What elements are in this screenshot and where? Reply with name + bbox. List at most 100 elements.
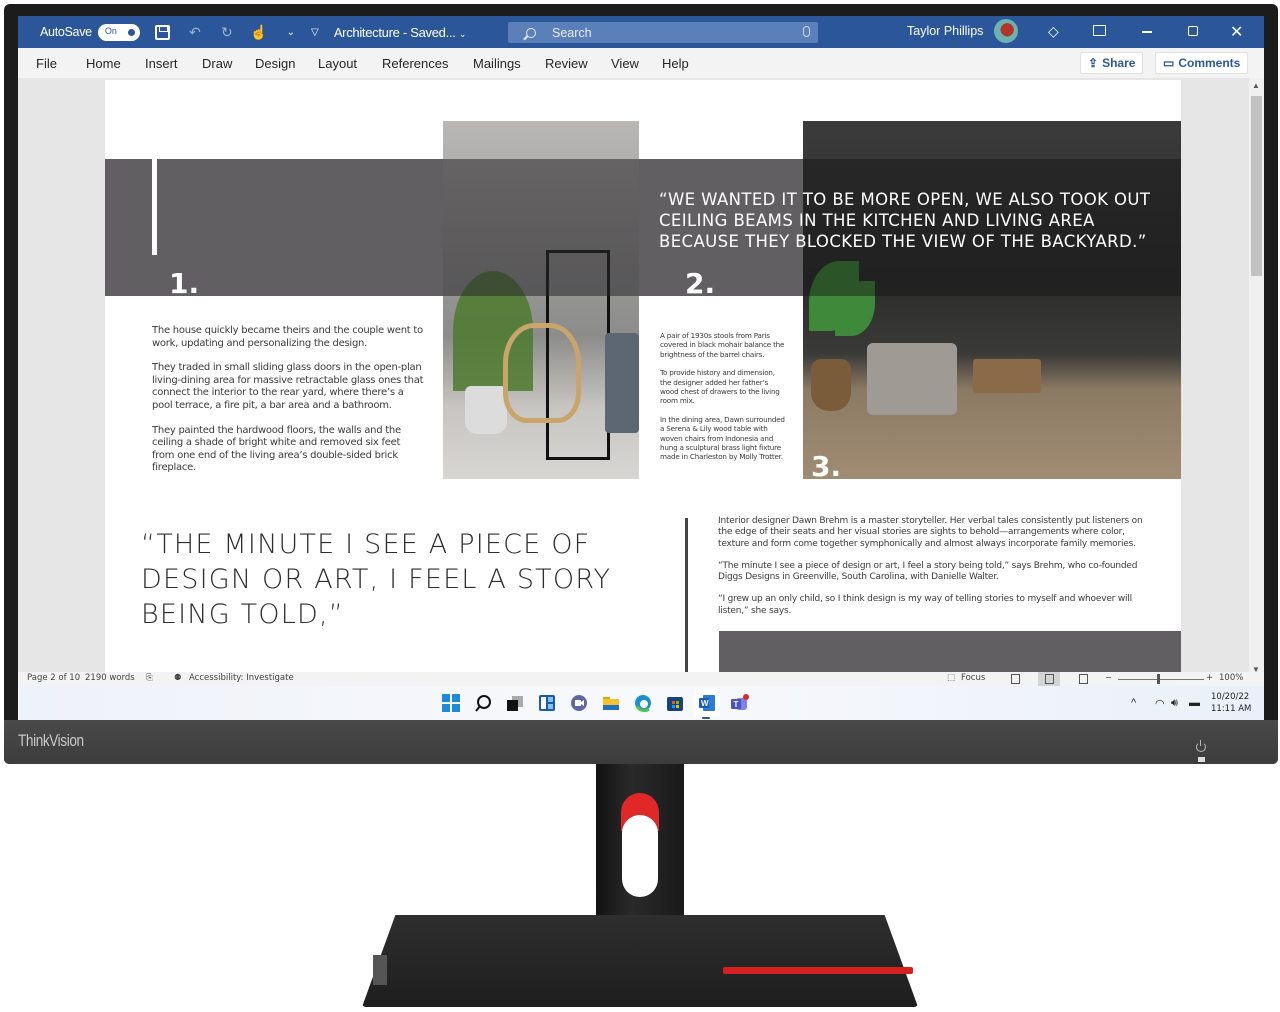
pull-quote-top: “WE WANTED IT TO BE MORE OPEN, WE ALSO T…	[659, 190, 1151, 251]
toggle-knob	[127, 28, 135, 36]
user-name[interactable]: Taylor Phillips	[907, 24, 983, 38]
teams-button[interactable]: T	[730, 694, 749, 712]
tab-mailings[interactable]: Mailings	[473, 56, 521, 71]
tab-design[interactable]: Design	[255, 56, 295, 71]
redo-button[interactable]: ↻	[218, 23, 236, 41]
teams-chat-button[interactable]	[570, 694, 588, 712]
widgets-button[interactable]	[538, 694, 556, 712]
tab-review[interactable]: Review	[545, 56, 588, 71]
start-button[interactable]	[442, 694, 460, 712]
section-number-1: 1.	[169, 267, 200, 300]
search-placeholder: Search	[552, 25, 592, 40]
ribbon-tabs: File Home Insert Draw Design Layout Refe…	[18, 48, 1264, 78]
zoom-slider-thumb[interactable]	[1157, 674, 1160, 684]
minimize-icon[interactable]	[1142, 31, 1152, 33]
section-number-3: 3.	[811, 450, 842, 483]
taskbar-search-button[interactable]	[474, 694, 492, 712]
tab-layout[interactable]: Layout	[318, 56, 357, 71]
search-icon	[475, 695, 491, 712]
teams-icon: T	[731, 694, 749, 710]
tray-overflow-chevron[interactable]: ^	[1131, 697, 1136, 709]
save-icon	[155, 24, 171, 40]
section-number-2: 2.	[685, 267, 716, 300]
power-button-icon[interactable]	[1196, 740, 1206, 752]
page-indicator[interactable]: Page 2 of 10	[27, 673, 80, 683]
undo-icon: ↶	[188, 23, 201, 40]
search-input[interactable]: Search	[508, 22, 818, 43]
volume-icon[interactable]: 🔊︎	[1171, 697, 1178, 710]
paragraph: “I grew up an only child, so I think des…	[718, 594, 1132, 616]
windows-taskbar: W T ^ ◠ 🔊︎ ▬ 10/20/22 11:11 AM	[18, 686, 1264, 720]
accessibility-status[interactable]: Accessibility: Investigate	[189, 673, 294, 683]
premium-diamond-icon[interactable]: ◇	[1048, 23, 1059, 40]
wifi-icon[interactable]: ◠	[1155, 697, 1165, 710]
focus-mode-button[interactable]: Focus	[961, 673, 985, 683]
proofing-icon[interactable]: ⎘	[146, 673, 153, 683]
document-title[interactable]: Architecture - Saved... ⌄	[333, 24, 467, 40]
share-icon: ⇪	[1088, 56, 1099, 70]
chevron-down-icon: ⌄	[286, 26, 295, 38]
save-button[interactable]	[154, 23, 172, 41]
search-icon	[526, 27, 536, 38]
tab-help[interactable]: Help	[662, 56, 689, 71]
power-led	[1198, 757, 1205, 762]
comments-button[interactable]: ▭ Comments	[1155, 52, 1249, 74]
word-taskbar-button[interactable]: W	[694, 689, 720, 717]
vertical-scrollbar[interactable]: ▲ ▼	[1249, 78, 1264, 674]
qat-more-button[interactable]: ⌄	[282, 23, 300, 41]
tab-file[interactable]: File	[36, 56, 57, 71]
autosave-toggle[interactable]: On	[97, 23, 140, 41]
document-page[interactable]: “WE WANTED IT TO BE MORE OPEN, WE ALSO T…	[105, 80, 1181, 672]
comments-label: Comments	[1178, 56, 1241, 70]
tab-draw[interactable]: Draw	[202, 56, 232, 71]
tab-insert[interactable]: Insert	[145, 56, 178, 71]
zoom-in-button[interactable]: +	[1206, 673, 1213, 683]
document-title-text: Architecture - Saved...	[333, 24, 456, 40]
read-mode-icon	[1010, 674, 1020, 684]
web-layout-button[interactable]	[1072, 672, 1094, 686]
body-column-2: A pair of 1930s stools from Paris covere…	[660, 331, 785, 471]
scrollbar-thumb[interactable]	[1251, 96, 1262, 276]
word-count[interactable]: 2190 words	[85, 673, 135, 683]
paragraph: Interior designer Dawn Brehm is a master…	[718, 516, 1143, 549]
system-clock[interactable]: 10/20/22 11:11 AM	[1211, 691, 1251, 715]
stand-base-accent	[723, 967, 913, 974]
paragraph: “The minute I see a piece of design or a…	[718, 560, 1138, 583]
read-mode-button[interactable]	[1004, 672, 1026, 686]
touch-mode-button[interactable]: ☝	[250, 23, 268, 41]
status-bar: Page 2 of 10 2190 words ⎘ ⚉ Accessibilit…	[18, 672, 1264, 686]
zoom-out-button[interactable]: −	[1105, 673, 1112, 683]
avatar[interactable]	[994, 19, 1018, 43]
share-button[interactable]: ⇪ Share	[1080, 52, 1144, 74]
print-layout-icon	[1044, 674, 1054, 684]
tab-home[interactable]: Home	[86, 56, 121, 71]
web-layout-icon	[1078, 674, 1088, 684]
tab-references[interactable]: References	[382, 56, 448, 71]
microphone-icon[interactable]	[803, 26, 810, 37]
svg-text:W: W	[701, 699, 709, 708]
accessibility-icon: ⚉	[174, 673, 182, 683]
scroll-up-icon[interactable]: ▲	[1252, 81, 1260, 90]
tab-view[interactable]: View	[611, 56, 639, 71]
print-layout-button[interactable]	[1038, 672, 1060, 686]
redo-icon: ↻	[220, 23, 233, 40]
focus-icon: ⬚	[947, 673, 956, 683]
customize-qat-button[interactable]: ▽	[306, 23, 324, 41]
ribbon-display-options-icon[interactable]	[1093, 25, 1106, 36]
edge-button[interactable]	[634, 694, 652, 713]
zoom-level[interactable]: 100%	[1219, 673, 1243, 683]
lenovo-badge	[373, 955, 387, 985]
rattan-chair	[503, 323, 581, 423]
zoom-slider[interactable]	[1118, 679, 1204, 680]
store-icon	[667, 697, 683, 711]
file-explorer-button[interactable]	[602, 694, 620, 712]
task-view-button[interactable]	[506, 694, 524, 712]
restore-icon[interactable]	[1188, 26, 1198, 36]
share-label: Share	[1102, 56, 1136, 70]
close-icon[interactable]: ✕	[1230, 22, 1243, 42]
windows-start-icon	[442, 694, 460, 712]
undo-button[interactable]: ↶	[186, 23, 204, 41]
battery-icon[interactable]: ▬	[1189, 697, 1200, 709]
store-button[interactable]	[666, 694, 684, 712]
rocking-chair	[867, 343, 957, 415]
